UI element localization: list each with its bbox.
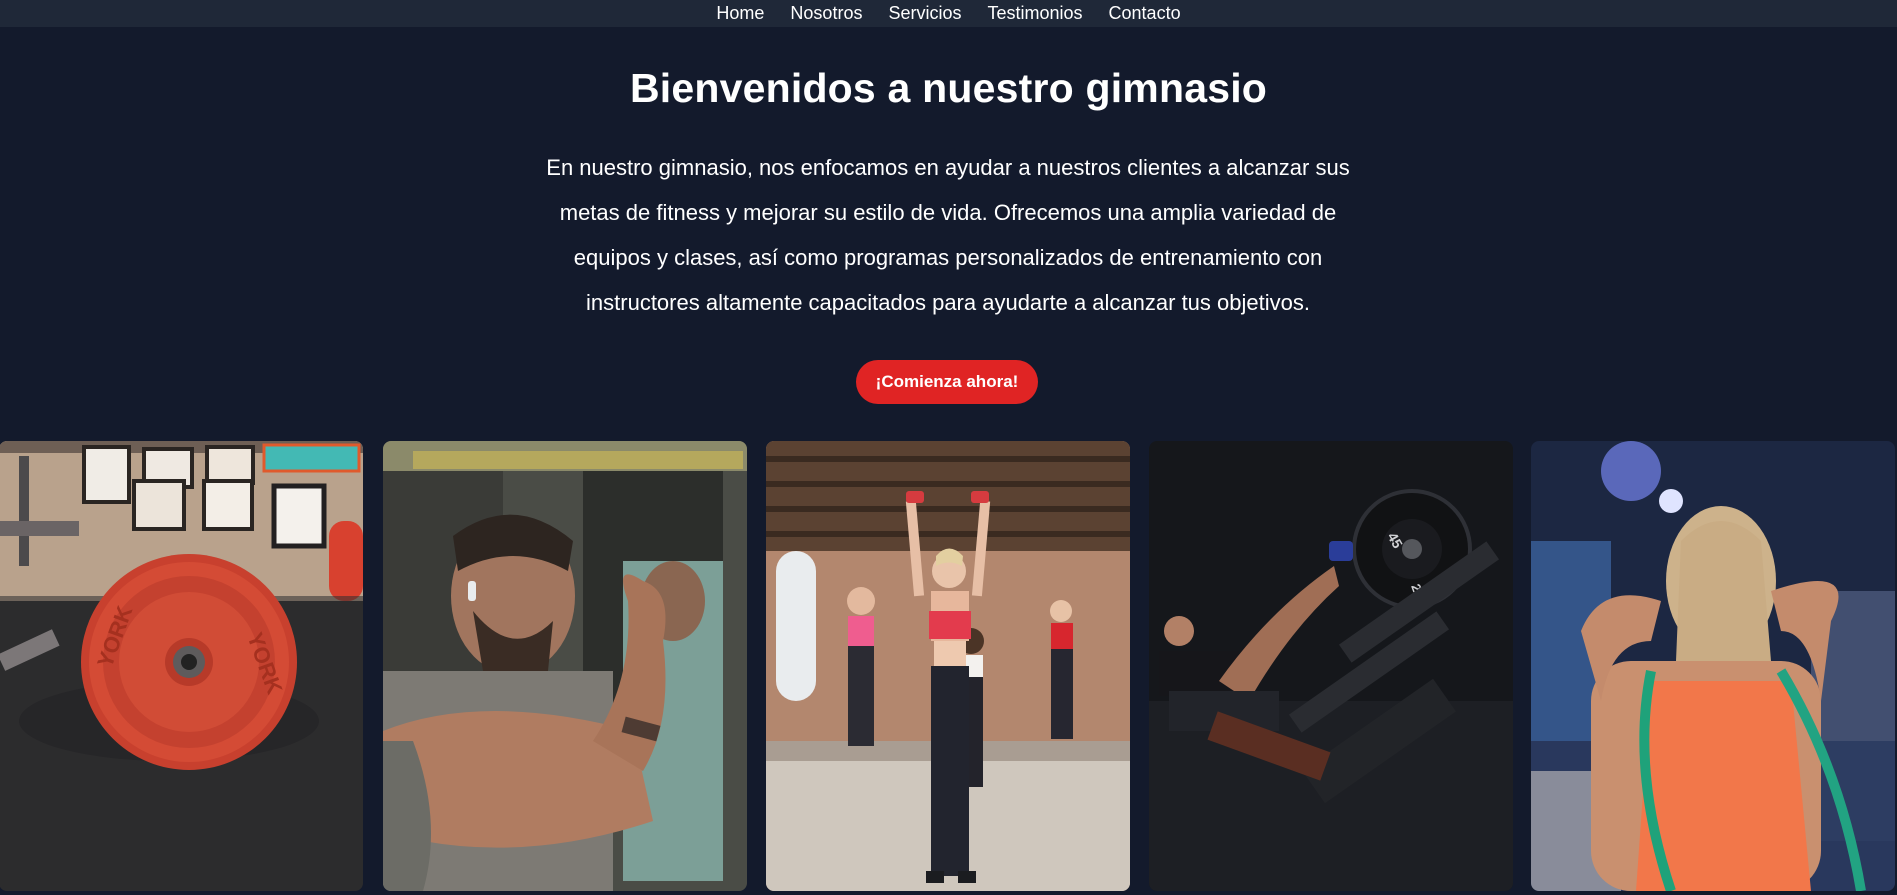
nav-link-home[interactable]: Home (716, 0, 764, 27)
resistance-band-photo (1531, 441, 1895, 891)
hero-title: Bienvenidos a nuestro gimnasio (629, 65, 1268, 111)
dumbbell-class-photo (766, 441, 1130, 891)
photo-gallery: YORK YORK 45 (0, 441, 1897, 891)
nav-link-nosotros[interactable]: Nosotros (790, 0, 862, 27)
leg-press-photo: 45 20.4 (1149, 441, 1513, 891)
nav-link-contacto[interactable]: Contacto (1109, 0, 1181, 27)
bicep-flex-photo (383, 441, 747, 891)
nav-link-testimonios[interactable]: Testimonios (987, 0, 1082, 27)
top-nav: Home Nosotros Servicios Testimonios Cont… (0, 0, 1897, 27)
barbell-plate-photo: YORK YORK (0, 441, 363, 891)
nav-link-servicios[interactable]: Servicios (888, 0, 961, 27)
hero-description: En nuestro gimnasio, nos enfocamos en ay… (546, 155, 1350, 315)
start-now-button[interactable]: ¡Comienza ahora! (856, 360, 1038, 404)
